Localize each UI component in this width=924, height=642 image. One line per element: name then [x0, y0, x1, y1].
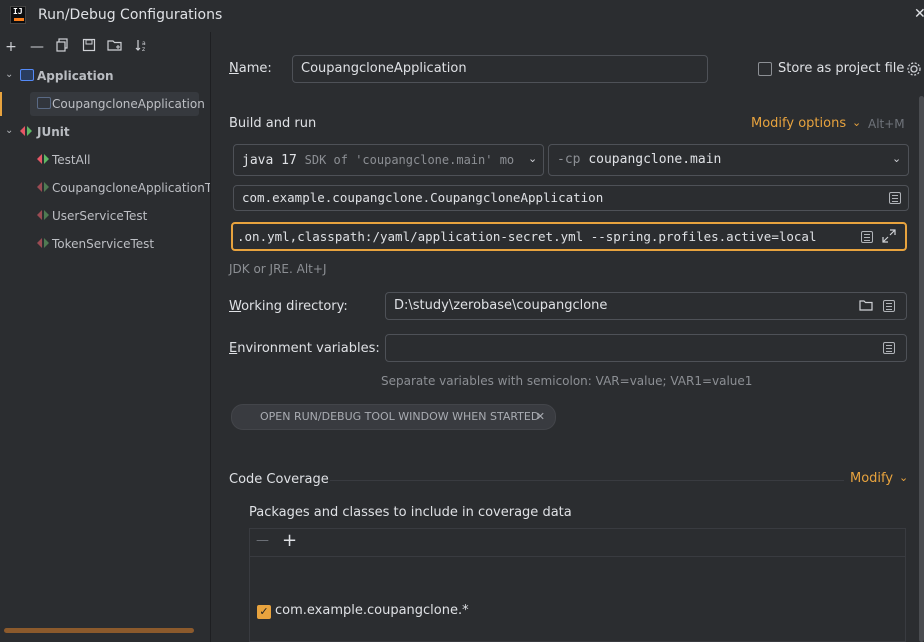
program-arguments-input[interactable]: .on.yml,classpath:/yaml/application-secr…: [231, 222, 907, 251]
chevron-down-icon[interactable]: ⌄: [852, 116, 861, 129]
remove-icon[interactable]: —: [28, 38, 46, 56]
chevron-down-icon[interactable]: ⌄: [5, 125, 13, 136]
add-icon[interactable]: +: [282, 530, 297, 551]
chevron-down-icon[interactable]: ⌄: [892, 152, 901, 165]
environment-variables-input[interactable]: [385, 334, 907, 362]
jre-dropdown[interactable]: java 17 SDK of 'coupangclone.main' mo: [233, 144, 544, 176]
window-title: Run/Debug Configurations: [38, 7, 223, 23]
environment-variables-label: Environment variables:: [229, 341, 380, 356]
store-as-project-file-checkbox[interactable]: [758, 62, 772, 76]
build-and-run-heading: Build and run: [229, 116, 317, 131]
working-directory-label: Working directory:: [229, 299, 348, 314]
sidebar-toolbar: + — az: [0, 38, 200, 58]
chevron-down-icon[interactable]: ⌄: [5, 69, 13, 80]
tree-item-coupangclone-application[interactable]: CoupangcloneApplication: [0, 92, 210, 116]
remove-icon[interactable]: —: [256, 533, 269, 548]
chevron-down-icon[interactable]: ⌄: [526, 152, 538, 165]
title-bar: IJ Run/Debug Configurations ✕: [0, 0, 924, 32]
coverage-modify-link[interactable]: Modify: [850, 471, 893, 486]
intellij-logo-icon: IJ: [10, 6, 26, 24]
browse-icon[interactable]: [883, 300, 895, 312]
configurations-sidebar: + — az ⌄ Application CoupangcloneApplica…: [0, 32, 211, 642]
tree-item-tokenservicetest[interactable]: TokenServiceTest: [0, 232, 210, 256]
expand-list-icon[interactable]: [861, 231, 873, 243]
tree-item-userservicetest[interactable]: UserServiceTest: [0, 204, 210, 228]
tree-item-coupangclone-tests[interactable]: CoupangcloneApplicationTests: [0, 176, 210, 200]
selection-indicator: [0, 92, 2, 116]
application-icon: [20, 69, 34, 81]
vertical-scrollbar[interactable]: [919, 96, 924, 642]
save-icon[interactable]: [80, 38, 98, 56]
classpath-dropdown[interactable]: -cp coupangclone.main: [548, 144, 909, 176]
junit-test-icon: [36, 209, 49, 221]
junit-icon: [19, 125, 32, 137]
chevron-down-icon[interactable]: ⌄: [899, 471, 908, 484]
modify-options-link[interactable]: Modify options: [751, 116, 846, 131]
store-as-project-file-label: Store as project file: [778, 61, 905, 76]
close-icon[interactable]: ✕: [914, 6, 924, 22]
code-coverage-heading: Code Coverage: [229, 472, 329, 487]
junit-test-icon: [36, 181, 49, 193]
coverage-packages-list: — + ✓ com.example.coupangclone.*: [249, 528, 906, 642]
horizontal-scrollbar[interactable]: [4, 628, 194, 633]
open-run-debug-tool-window-chip[interactable]: OPEN RUN/DEBUG TOOL WINDOW WHEN STARTED …: [231, 404, 556, 430]
jre-hint: JDK or JRE. Alt+J: [229, 262, 327, 276]
configuration-editor: Name: CoupangcloneApplication Store as p…: [212, 32, 924, 642]
name-label: Name:: [229, 61, 272, 76]
svg-text:z: z: [142, 46, 145, 52]
new-folder-icon[interactable]: [106, 38, 124, 56]
working-directory-input[interactable]: D:\study\zerobase\coupangclone: [385, 292, 907, 320]
modify-options-shortcut: Alt+M: [868, 117, 905, 131]
copy-icon[interactable]: [53, 38, 71, 56]
application-icon: [37, 97, 51, 109]
tree-group-junit[interactable]: ⌄ JUnit: [0, 120, 210, 144]
name-input[interactable]: CoupangcloneApplication: [292, 55, 708, 83]
coverage-toolbar: — +: [250, 529, 905, 557]
junit-test-icon: [36, 237, 49, 249]
tree-item-testall[interactable]: TestAll: [0, 148, 210, 172]
environment-variables-hint: Separate variables with semicolon: VAR=v…: [381, 374, 753, 388]
expand-icon[interactable]: [881, 228, 897, 244]
junit-test-icon: [36, 153, 49, 165]
add-icon[interactable]: +: [2, 38, 20, 56]
section-divider: [330, 480, 844, 481]
sort-icon[interactable]: az: [133, 38, 151, 56]
main-class-input[interactable]: com.example.coupangclone.CoupangcloneApp…: [233, 185, 909, 211]
browse-icon[interactable]: [889, 192, 901, 204]
browse-icon[interactable]: [883, 342, 895, 354]
packages-label: Packages and classes to include in cover…: [249, 505, 572, 520]
folder-icon[interactable]: [859, 299, 873, 311]
close-icon[interactable]: ✕: [536, 405, 545, 429]
package-checkbox[interactable]: ✓: [257, 605, 271, 619]
tree-group-application[interactable]: ⌄ Application: [0, 64, 210, 88]
gear-icon[interactable]: [906, 61, 922, 77]
package-item-label: com.example.coupangclone.*: [275, 603, 469, 618]
